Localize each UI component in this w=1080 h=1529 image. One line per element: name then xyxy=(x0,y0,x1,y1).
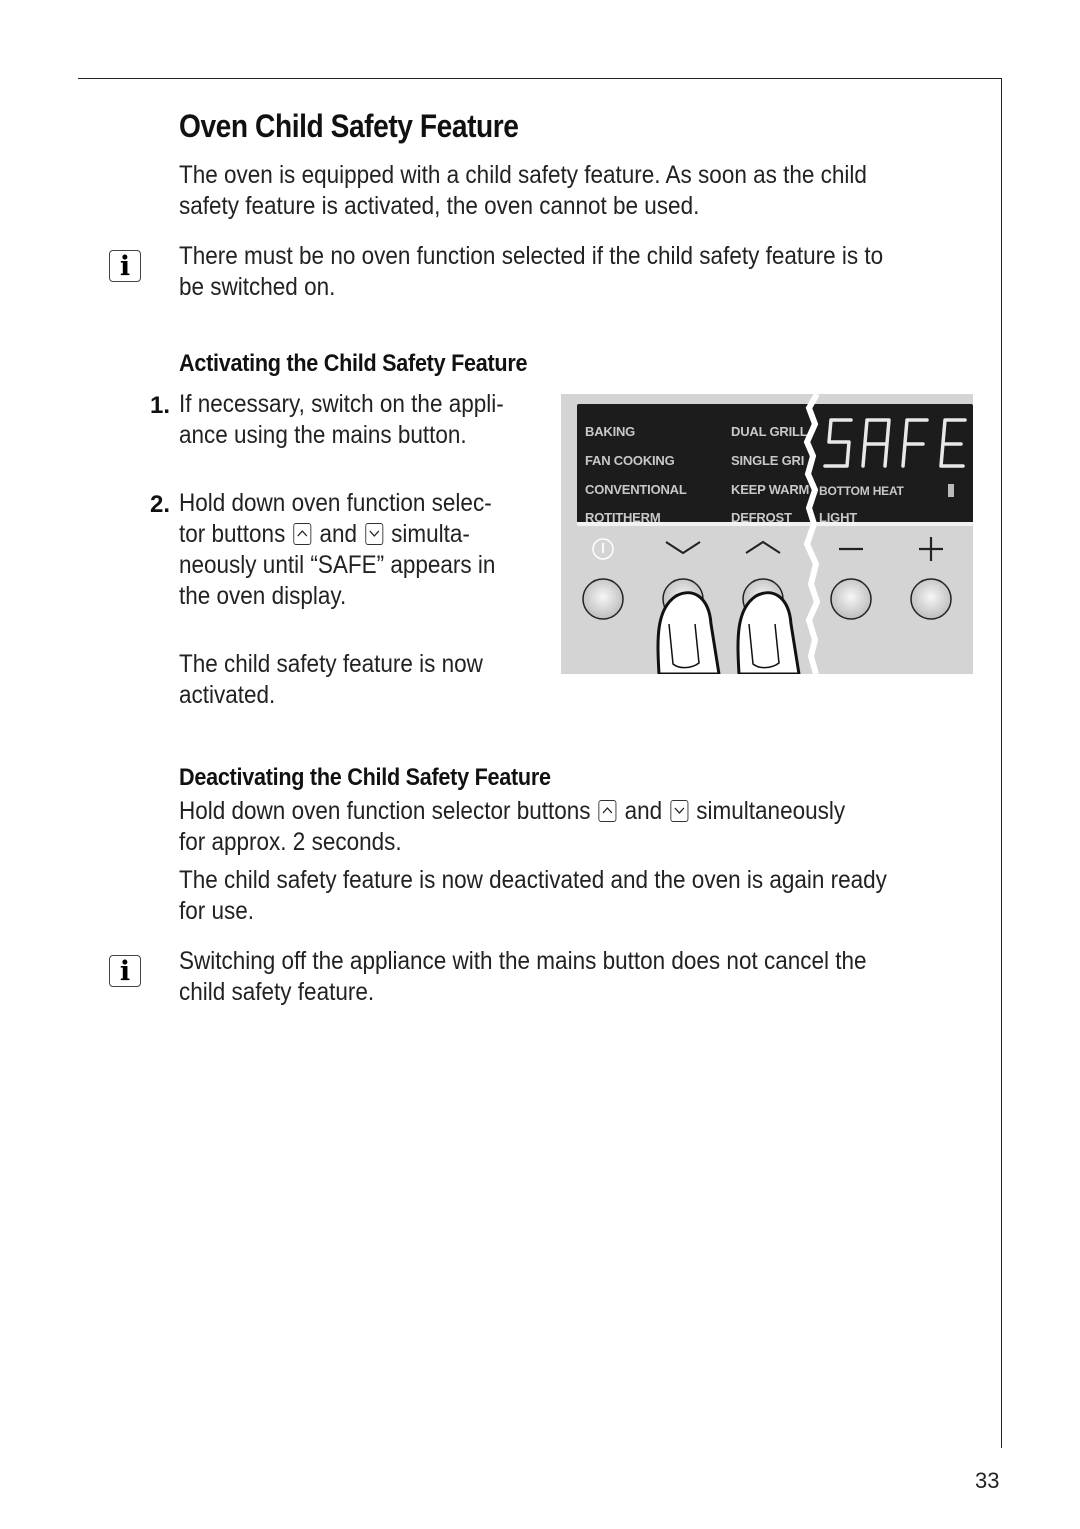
chevron-down-key-icon xyxy=(670,800,689,822)
finger-icon xyxy=(656,591,721,674)
step-1-number: 1. xyxy=(150,392,171,419)
minus-button xyxy=(830,578,872,620)
deactivating-and: and xyxy=(624,797,663,825)
chevron-up-key-icon xyxy=(293,523,312,545)
display-label: DEFROST xyxy=(731,510,792,525)
safe-segment-display xyxy=(823,418,967,468)
display-label: FAN COOKING xyxy=(585,453,675,468)
deactivated-result-line-1: The child safety feature is now deactiva… xyxy=(179,866,887,894)
power-button xyxy=(582,578,624,620)
page-number: 33 xyxy=(975,1468,1000,1493)
step-2-line-1: Hold down oven function selec- xyxy=(179,489,492,517)
indicator-segment xyxy=(948,484,954,497)
step-2-text-end: simulta- xyxy=(391,520,470,548)
control-buttons xyxy=(582,537,952,674)
activated-result-line-1: The child safety feature is now xyxy=(179,650,483,678)
display-label: BAKING xyxy=(585,424,636,439)
info-note-1-line-1: There must be no oven function selected … xyxy=(179,242,884,270)
page-frame-right-rule xyxy=(1001,78,1002,1448)
intro-line-2: safety feature is activated, the oven ca… xyxy=(179,192,700,220)
display-label: CONVENTIONAL xyxy=(585,482,687,497)
deactivating-heading: Deactivating the Child Safety Feature xyxy=(179,764,551,791)
display-label: BOTTOM HEAT xyxy=(819,484,904,498)
step-2-line-4: the oven display. xyxy=(179,582,347,610)
step-1-line-1: If necessary, switch on the appli- xyxy=(179,390,504,418)
chevron-down-key-icon xyxy=(365,523,384,545)
chevron-up-key-icon xyxy=(598,800,617,822)
display-label: SINGLE GRI xyxy=(731,453,805,468)
chevron-down-icon xyxy=(665,541,701,555)
step-2-and: and xyxy=(319,520,357,548)
info-icon: i xyxy=(109,250,141,282)
info-note-2-line-2: child safety feature. xyxy=(179,978,375,1006)
display-label: KEEP WARM xyxy=(731,482,810,497)
oven-control-panel-illustration: BAKING FAN COOKING CONVENTIONAL ROTITHER… xyxy=(561,394,973,674)
step-2-text: tor buttons xyxy=(179,520,286,548)
step-1-line-2: ance using the mains button. xyxy=(179,421,467,449)
info-icon: i xyxy=(109,955,141,987)
display-label: ROTITHERM xyxy=(585,510,661,525)
step-2-line-2: tor buttons and simulta- xyxy=(179,519,470,550)
step-2-number: 2. xyxy=(150,491,171,518)
plus-button xyxy=(910,578,952,620)
intro-line-1: The oven is equipped with a child safety… xyxy=(179,161,867,189)
deactivating-line-2: for approx. 2 seconds. xyxy=(179,828,402,856)
activating-heading: Activating the Child Safety Feature xyxy=(179,350,528,377)
deactivating-line-1: Hold down oven function selector buttons… xyxy=(179,796,845,827)
page-frame-top-rule xyxy=(78,78,1002,79)
torn-edge-divider xyxy=(803,394,821,674)
deactivating-text: Hold down oven function selector buttons xyxy=(179,797,591,825)
oven-display: BAKING FAN COOKING CONVENTIONAL ROTITHER… xyxy=(577,404,973,526)
info-note-1-line-2: be switched on. xyxy=(179,273,336,301)
step-2-line-3: neously until “SAFE” appears in xyxy=(179,551,496,579)
deactivating-text-end: simultaneously xyxy=(696,797,846,825)
plus-icon xyxy=(919,537,943,561)
power-icon xyxy=(592,538,614,560)
chevron-up-icon xyxy=(745,540,781,554)
finger-icon xyxy=(736,591,801,674)
page-title: Oven Child Safety Feature xyxy=(179,108,519,144)
display-label: DUAL GRILL xyxy=(731,424,808,439)
activated-result-line-2: activated. xyxy=(179,681,276,709)
deactivated-result-line-2: for use. xyxy=(179,897,255,925)
info-note-2-line-1: Switching off the appliance with the mai… xyxy=(179,947,867,975)
